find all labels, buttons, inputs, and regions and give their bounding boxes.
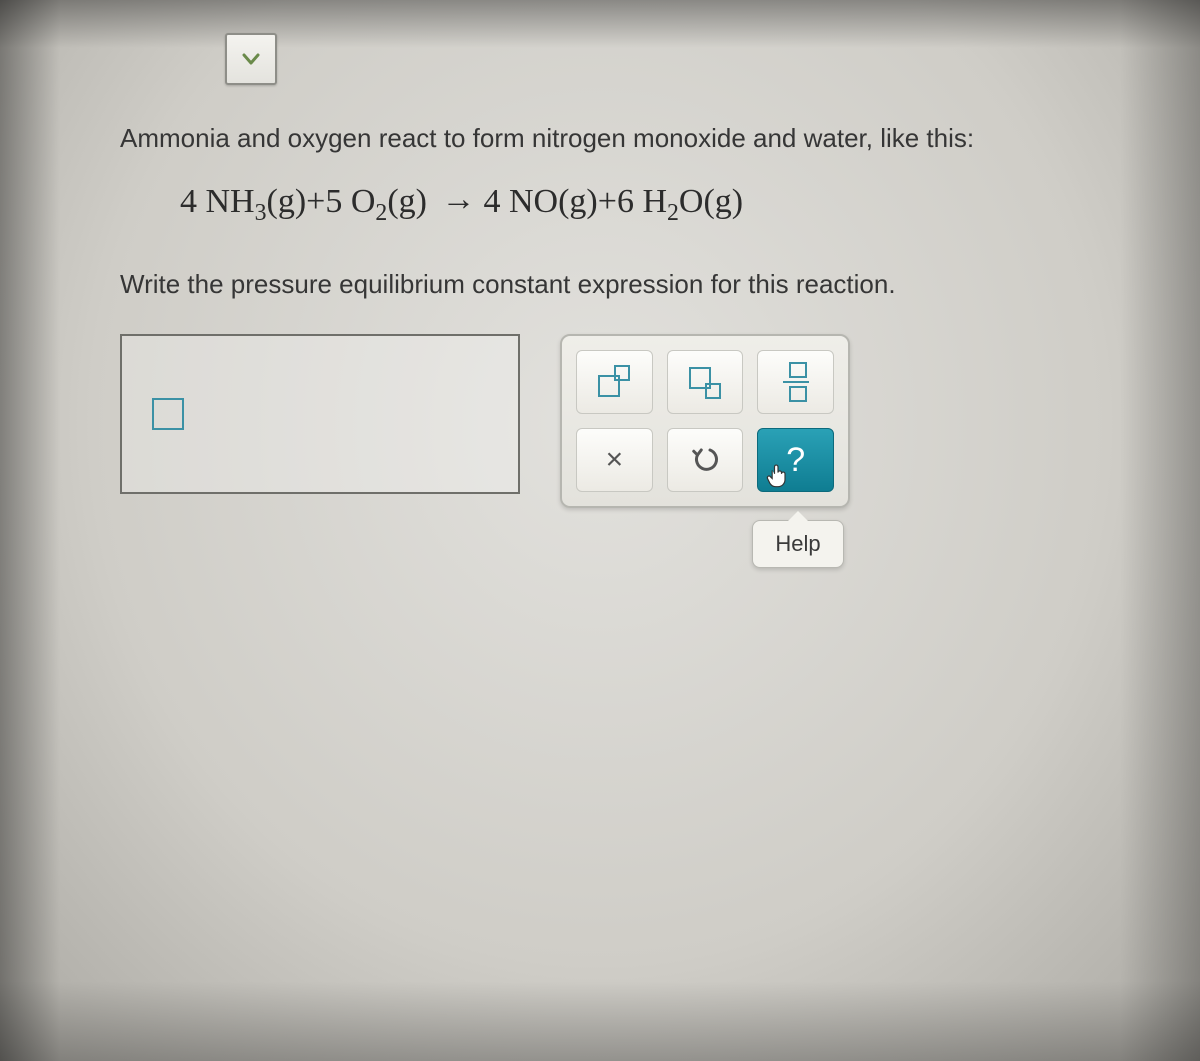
product-1: NO [509,183,558,220]
state-4: (g) [703,183,743,220]
reactant-2-sub: 2 [375,199,387,225]
clear-button[interactable]: × [576,428,653,492]
equation-tool-panel: × ? [560,334,850,508]
answer-input[interactable] [120,334,520,494]
reactant-1-sub: 3 [255,199,267,225]
state-2: (g) [387,183,427,220]
subscript-button[interactable] [667,350,744,414]
help-tooltip: Help [752,520,844,568]
chevron-down-icon [239,47,263,71]
undo-button[interactable] [667,428,744,492]
x-icon: × [606,443,624,477]
reactant-2: O [351,183,376,220]
coef-2: 5 [325,183,342,220]
answer-placeholder-box [152,398,184,430]
help-tooltip-label: Help [775,531,820,556]
product-2b: O [679,183,704,220]
plus-1: + [306,183,325,220]
state-1: (g) [267,183,307,220]
product-2-sub: 2 [667,199,679,225]
arrow-icon: → [441,181,475,219]
question-intro: Ammonia and oxygen react to form nitroge… [120,120,1080,158]
coef-3: 4 [483,183,500,220]
reaction-equation: 4 NH3(g)+5 O2(g) →4 NO(g)+6 H2O(g) [180,183,1080,227]
question-mark-icon: ? [786,441,805,480]
coef-4: 6 [617,183,634,220]
fraction-button[interactable] [757,350,834,414]
reactant-1: NH [206,183,255,220]
question-prompt: Write the pressure equilibrium constant … [120,266,1080,304]
superscript-button[interactable] [576,350,653,414]
dropdown-toggle[interactable] [225,33,277,85]
coef-1: 4 [180,183,197,220]
state-3: (g) [558,183,598,220]
product-2a: H [642,183,667,220]
undo-icon [690,445,720,475]
plus-2: + [598,183,617,220]
help-button[interactable]: ? [757,428,834,492]
